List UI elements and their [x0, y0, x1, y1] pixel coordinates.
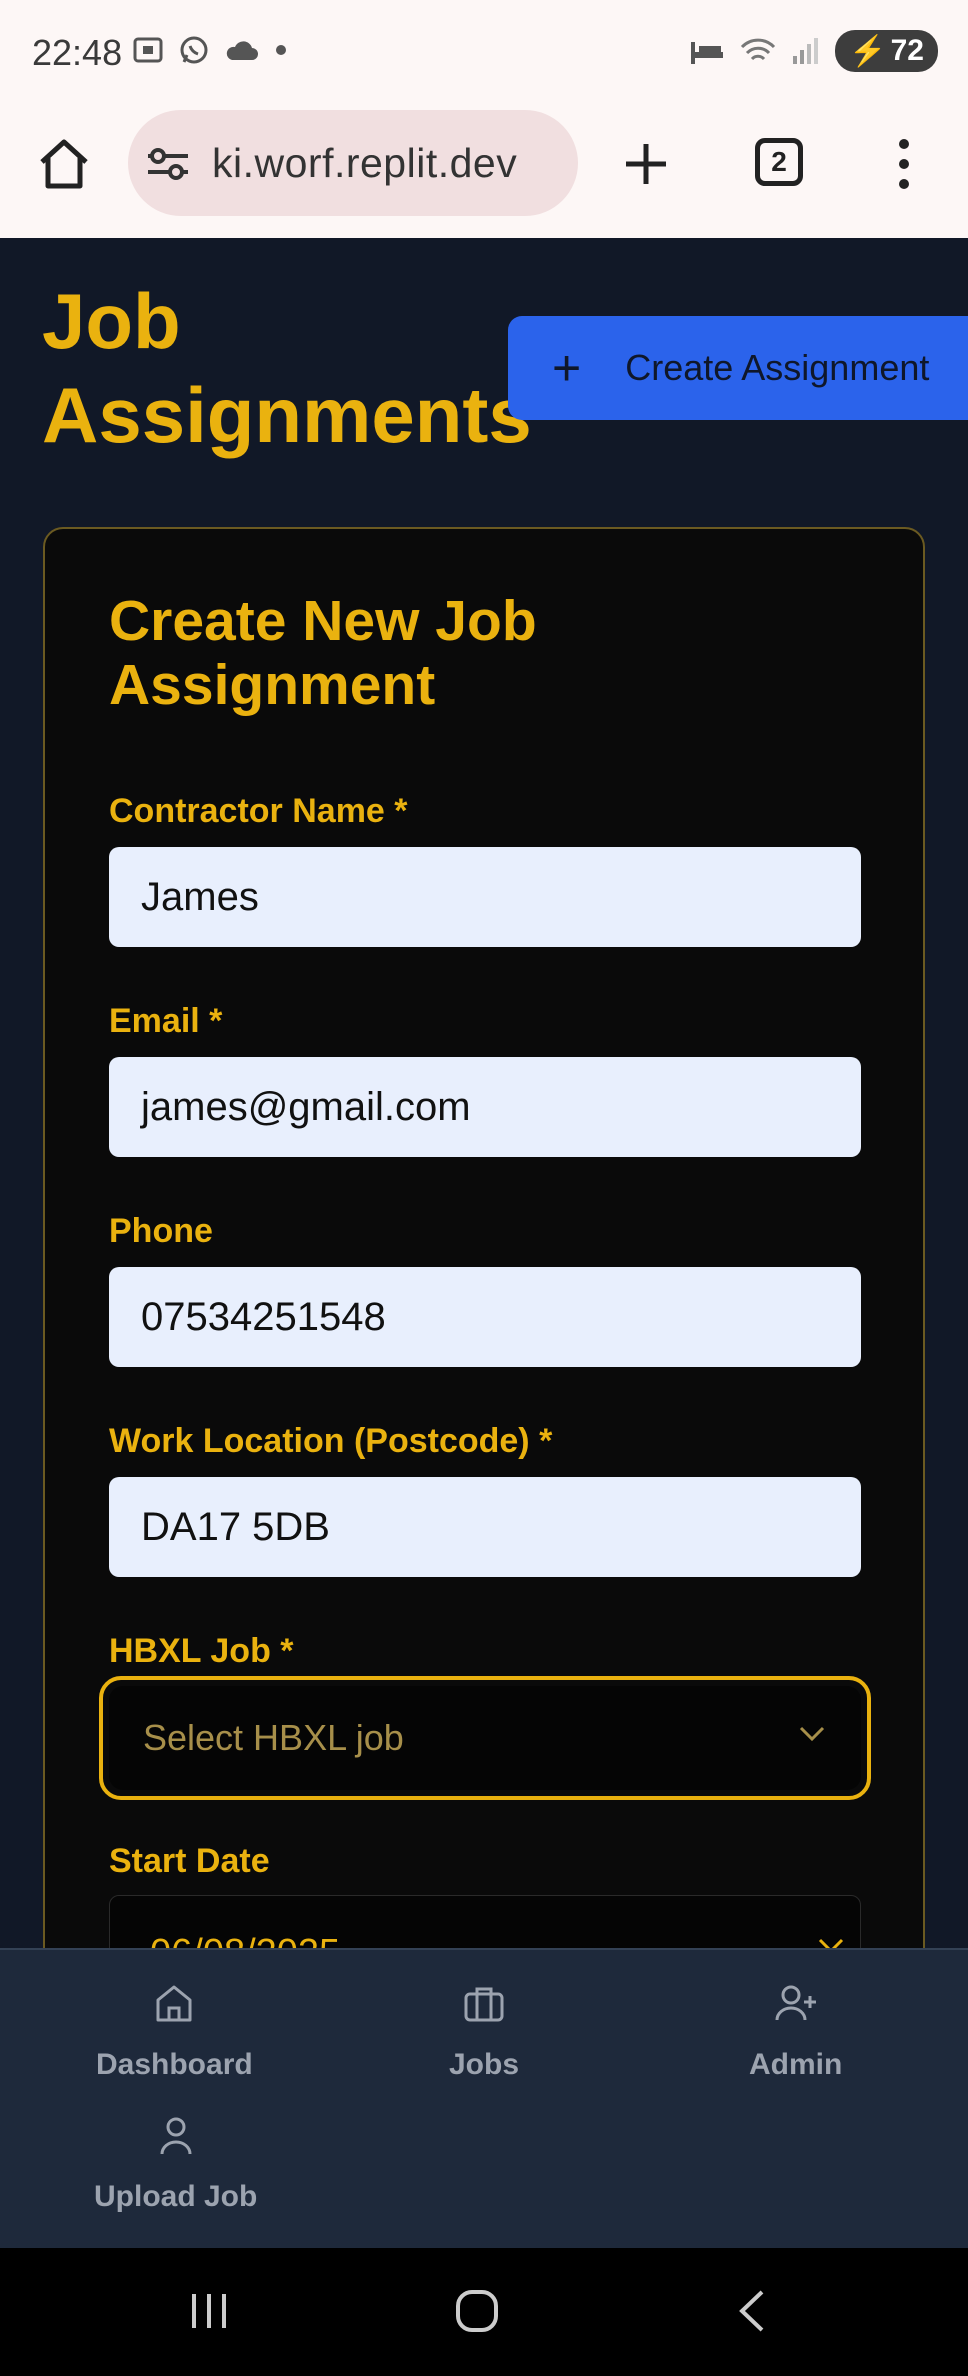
wifi-icon	[741, 38, 776, 61]
url-bar[interactable]: ki.worf.replit.dev	[128, 110, 578, 216]
hbxl-job-select[interactable]: Select HBXL job	[99, 1676, 871, 1800]
recent-apps-icon[interactable]	[186, 2288, 232, 2334]
bed-icon	[691, 42, 724, 64]
phone-label: Phone	[109, 1212, 213, 1250]
home-icon	[156, 1985, 192, 2022]
new-tab-icon[interactable]	[622, 140, 670, 188]
nav-item-jobs[interactable]: Jobs	[449, 1982, 519, 2082]
home-button-icon[interactable]	[36, 136, 92, 192]
nav-label-dashboard: Dashboard	[96, 2048, 253, 2081]
nav-label-upload-job: Upload Job	[94, 2180, 258, 2213]
back-icon[interactable]	[730, 2288, 776, 2334]
browser-toolbar: ki.worf.replit.dev 2	[0, 106, 968, 238]
briefcase-icon	[464, 1987, 504, 2022]
user-icon	[160, 2117, 192, 2155]
contractor-name-input[interactable]: James	[109, 847, 861, 947]
nav-label-jobs: Jobs	[449, 2048, 520, 2081]
more-options-icon[interactable]	[892, 136, 916, 192]
bottom-nav: Dashboard Jobs Admin Upload Job	[0, 1948, 968, 2248]
hbxl-job-label: HBXL Job *	[109, 1632, 294, 1670]
status-time: 22:48	[32, 32, 123, 73]
create-assignment-label: Create Assignment	[625, 347, 930, 388]
email-input[interactable]: james@gmail.com	[109, 1057, 861, 1157]
create-assignment-button[interactable]: + Create Assignment	[508, 316, 968, 420]
location-label: Work Location (Postcode) *	[109, 1422, 553, 1460]
start-date-label: Start Date	[109, 1842, 270, 1880]
status-icons-right: ⚡ 72	[689, 30, 938, 72]
site-settings-icon[interactable]	[146, 146, 190, 182]
whatsapp-icon	[180, 36, 208, 64]
create-assignment-form: Create New Job Assignment Contractor Nam…	[43, 527, 925, 2027]
plus-icon: +	[552, 340, 582, 396]
dot-icon	[276, 45, 286, 55]
battery-level: 72	[890, 34, 924, 67]
phone-input[interactable]: 07534251548	[109, 1267, 861, 1367]
status-icons-left	[132, 34, 288, 66]
nav-label-admin: Admin	[749, 2048, 843, 2081]
location-input[interactable]: DA17 5DB	[109, 1477, 861, 1577]
home-system-icon[interactable]	[454, 2288, 500, 2334]
screenshot-icon	[133, 37, 163, 63]
form-title: Create New Job Assignment	[109, 589, 537, 717]
nav-item-dashboard[interactable]: Dashboard	[96, 1982, 253, 2082]
system-navigation-bar	[0, 2248, 968, 2376]
hbxl-job-placeholder: Select HBXL job	[109, 1686, 861, 1790]
nav-item-upload-job[interactable]: Upload Job	[94, 2114, 257, 2214]
signal-icon	[793, 38, 819, 64]
bolt-icon: ⚡	[849, 34, 887, 68]
nav-item-admin[interactable]: Admin	[749, 1982, 842, 2082]
email-label: Email *	[109, 1002, 223, 1040]
tab-switcher-button[interactable]: 2	[755, 138, 803, 186]
url-text: ki.worf.replit.dev	[212, 140, 518, 186]
chevron-down-icon	[799, 1726, 825, 1742]
user-plus-icon	[775, 1985, 816, 2021]
cloud-icon	[226, 41, 258, 60]
status-bar: 22:48 ⚡ 72	[0, 0, 968, 106]
contractor-name-label: Contractor Name *	[109, 792, 408, 830]
battery-icon: ⚡ 72	[835, 30, 938, 72]
page-title: Job Assignments	[42, 277, 532, 459]
